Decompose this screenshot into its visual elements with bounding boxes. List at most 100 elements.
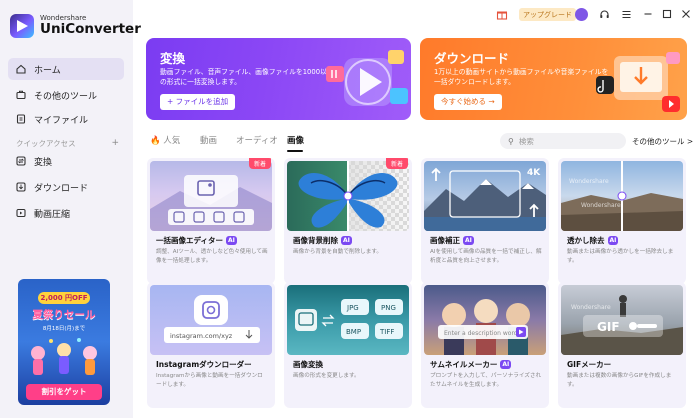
compress-icon: [16, 208, 26, 218]
promo-illustration: [31, 338, 97, 375]
format-label: JPG: [346, 304, 359, 312]
download-illustration-icon: [596, 52, 680, 112]
add-file-button[interactable]: + ファイルを追加: [160, 94, 236, 110]
sidebar-item-tools[interactable]: その他のツール: [8, 84, 124, 106]
fire-icon: 🔥: [150, 136, 161, 146]
sidebar-item-label: 動画圧縮: [34, 209, 71, 220]
card-desc: プロンプトを入力して、パーソナライズされたサムネイルを生成します。: [430, 373, 542, 388]
card-image-converter[interactable]: JPG PNG BMP TIFF 画像変換 画像の形式を変更します。: [284, 282, 412, 408]
tools-icon: [16, 90, 26, 100]
tab-audio[interactable]: オーディオ: [236, 134, 278, 146]
card-desc: 動画または画像から透かしを一括除去します。: [567, 249, 674, 264]
card-desc: AIを使用して画像の品質を一括で補正し、解析度と品質を向上させます。: [430, 249, 542, 264]
sidebar-item-label: 変換: [34, 157, 53, 168]
download-banner-desc: 1万以上の動画サイトから動画ファイルや音楽ファイルを一括ダウンロードします。: [434, 68, 609, 86]
format-label: PNG: [381, 304, 396, 312]
card-instagram-downloader[interactable]: instagram.com/xyz Instagramダウンローダー Insta…: [147, 282, 275, 408]
convert-banner-desc: 動画ファイル、音声ファイル、画像ファイルを1000以上の形式に一括変換します。: [160, 68, 334, 86]
card-gif-maker[interactable]: GIF Wondershare GIFメーカー 動画または複数の画像からGIFを…: [558, 282, 686, 408]
sidebar-item-label: マイファイル: [34, 115, 89, 126]
promo-date: 8月18日(月)まで: [42, 326, 86, 332]
avatar-icon: [574, 7, 588, 21]
account-avatar[interactable]: [574, 7, 588, 21]
sidebar-item-label: ホーム: [34, 65, 61, 76]
card-desc: 調整、AIツール、透かしなど色々使用して画像を一括処理します。: [156, 249, 268, 264]
sidebar-item-label: その他のツール: [34, 91, 98, 102]
ai-badge: AI: [463, 236, 474, 245]
download-icon: [16, 182, 26, 192]
card-background-remover[interactable]: 新着 画像背景削除 AI 画像から背景を自動で削除します。: [284, 158, 412, 284]
image-converter-thumbnail: JPG PNG BMP TIFF: [287, 285, 409, 355]
sidebar-item-home[interactable]: ホーム: [8, 58, 124, 80]
promo-badge: 2,000 円OFF: [38, 292, 90, 304]
ai-badge: AI: [341, 236, 352, 245]
headset-icon[interactable]: [597, 7, 611, 21]
watermark-remover-thumbnail: Wondershare Wondershare: [561, 161, 683, 231]
card-title: Instagramダウンローダー: [156, 360, 252, 369]
card-title: 一括画像エディター AI: [156, 236, 237, 245]
card-title: サムネイルメーカー AI: [430, 360, 512, 369]
gif-label: GIF: [597, 320, 620, 334]
card-desc: Instagramから画像と動画を一括ダウンロードします。: [156, 373, 263, 388]
home-icon: [16, 64, 26, 74]
tab-image[interactable]: 画像: [287, 134, 304, 146]
upgrade-button[interactable]: アップグレード: [519, 8, 576, 21]
sidebar-item-my-files[interactable]: マイファイル: [8, 108, 124, 130]
card-title: 画像補正 AI: [430, 236, 474, 245]
sidebar-item-label: ダウンロード: [34, 183, 89, 194]
title-bar: アップグレード: [133, 0, 700, 30]
app-name: UniConverter: [40, 21, 141, 38]
convert-banner[interactable]: 変換 動画ファイル、音声ファイル、画像ファイルを1000以上の形式に一括変換しま…: [146, 38, 411, 120]
tab-popular[interactable]: 🔥 人気: [150, 134, 180, 146]
sidebar-item-download[interactable]: ダウンロード: [8, 176, 124, 198]
quick-access-label: クイックアクセス: [16, 139, 76, 148]
format-label: BMP: [346, 328, 361, 336]
promo-get-discount-button[interactable]: 割引をゲット: [26, 384, 102, 400]
download-banner-title: ダウンロード: [434, 51, 510, 66]
promo-banner[interactable]: 2,000 円OFF 夏祭りセール 8月18日(月)まで 割引をゲット: [18, 279, 110, 405]
minimize-icon[interactable]: [641, 7, 655, 21]
sidebar-item-compress[interactable]: 動画圧縮: [8, 202, 124, 224]
watermark-text: Wondershare: [569, 178, 609, 185]
card-thumbnail-maker[interactable]: Enter a description word サムネイルメーカー AI プロン…: [421, 282, 549, 408]
card-desc: 動画または複数の画像からGIFを作成します。: [567, 373, 672, 388]
active-tab-indicator: [287, 150, 303, 152]
ai-badge: AI: [500, 360, 512, 369]
tab-video[interactable]: 動画: [200, 134, 217, 146]
gift-icon[interactable]: [495, 7, 509, 21]
batch-editor-thumbnail: [150, 161, 272, 231]
convert-banner-title: 変換: [160, 51, 186, 66]
menu-icon[interactable]: [619, 7, 633, 21]
card-image-enhancer[interactable]: 4K 画像補正 AI AIを使用して画像の品質を一括で補正し、解析度と品質を向上さ…: [421, 158, 549, 284]
search-icon: ⚲: [508, 136, 514, 146]
format-label: TIFF: [379, 328, 394, 336]
sidebar-item-convert[interactable]: 変換: [8, 150, 124, 172]
start-now-button[interactable]: 今すぐ始める →: [434, 94, 502, 110]
card-batch-image-editor[interactable]: 新着 一括画像エディター AI 調整、AIツール、透かしなど色々使用して画像を一括…: [147, 158, 275, 284]
image-enhancer-thumbnail: 4K: [424, 161, 546, 231]
maximize-icon[interactable]: [660, 7, 674, 21]
promo-title: 夏祭りセール: [32, 309, 96, 321]
quick-access-header: クイックアクセス +: [16, 138, 119, 149]
card-desc: 画像の形式を変更します。: [293, 373, 360, 379]
ai-badge: AI: [225, 236, 237, 245]
card-desc: 画像から背景を自動で削除します。: [293, 249, 382, 255]
uniconverter-logo-icon: [10, 14, 34, 38]
app-logo: Wondershare UniConverter: [10, 14, 141, 38]
close-icon[interactable]: [679, 7, 693, 21]
card-title: 画像背景削除 AI: [293, 236, 352, 245]
quick-access-add-button[interactable]: +: [111, 138, 119, 149]
search-input[interactable]: ⚲ 検索: [500, 133, 626, 149]
ai-badge: AI: [607, 236, 619, 245]
new-badge: 新着: [248, 158, 271, 169]
other-tools-link[interactable]: その他のツール >: [632, 136, 693, 147]
search-placeholder: 検索: [518, 136, 534, 146]
svg-text:4K: 4K: [527, 168, 541, 178]
card-watermark-remover[interactable]: Wondershare Wondershare 透かし除去 AI 動画または画像か…: [558, 158, 686, 284]
download-banner[interactable]: ダウンロード 1万以上の動画サイトから動画ファイルや音楽ファイルを一括ダウンロー…: [420, 38, 687, 120]
card-title: GIFメーカー: [567, 360, 612, 369]
card-title: 画像変換: [293, 360, 323, 369]
card-title: 透かし除去 AI: [567, 236, 619, 245]
instagram-downloader-thumbnail: instagram.com/xyz: [150, 285, 272, 355]
new-badge: 新着: [385, 158, 408, 169]
